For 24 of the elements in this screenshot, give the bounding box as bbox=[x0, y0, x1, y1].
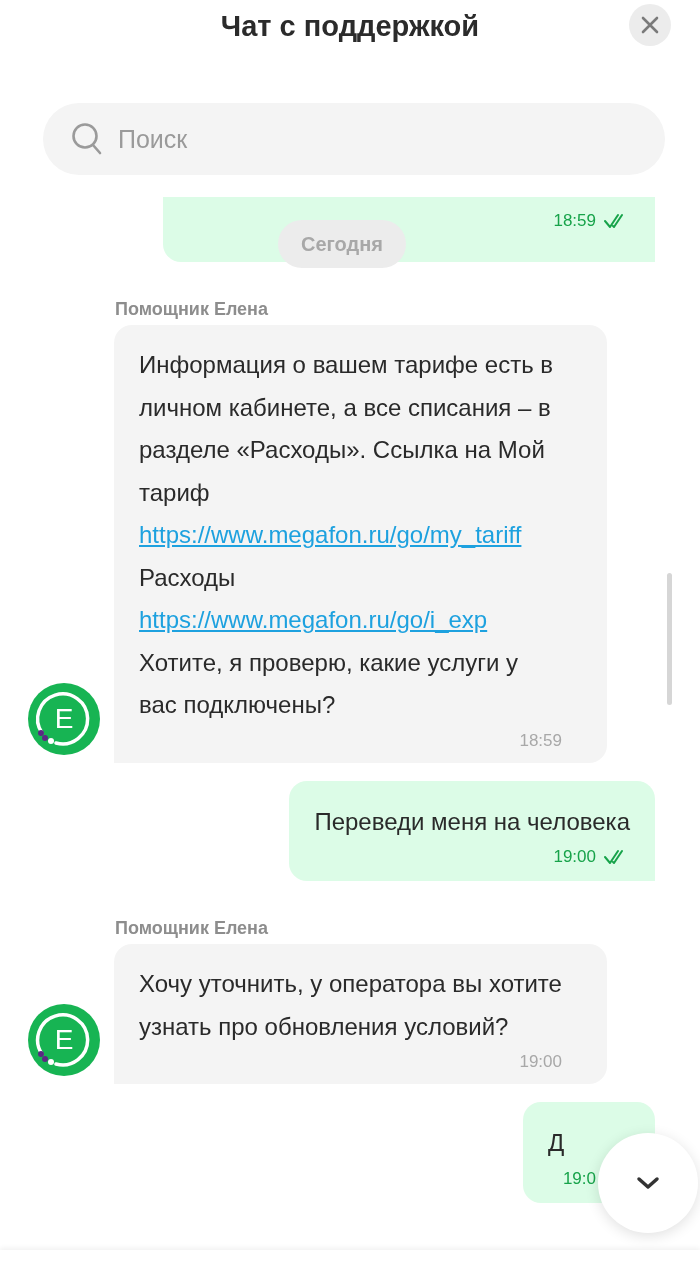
message-text: Информация о вашем тарифе есть в личном кабинете, а все списания – в разделе «Расходы». Ссылка на Мой тариф https://www.megafon.ru/go/my_tariff Расходы https://www.megafon.ru/go/i_exp Хотите, я проверю, какие услуги у вас подключены? bbox=[139, 350, 555, 720]
search-field[interactable]: Поиск bbox=[43, 103, 665, 175]
link[interactable]: https://www.megafon.ru/go/my_tariff bbox=[139, 521, 522, 548]
close-icon bbox=[641, 16, 659, 34]
message-time: 18:59 bbox=[519, 730, 562, 751]
chevron-down-icon bbox=[636, 1176, 660, 1190]
avatar-icon: E bbox=[28, 682, 100, 755]
message-text: Переведи меня на человека bbox=[314, 806, 630, 837]
message-text: Хочу уточнить, у оператора вы хотите узнать про обновления условий? bbox=[139, 969, 562, 1042]
message-time: 18:59 bbox=[553, 211, 596, 231]
link[interactable]: https://www.megafon.ru/go/i_exp bbox=[139, 606, 488, 633]
search-input[interactable]: Поиск bbox=[118, 124, 639, 154]
close-button[interactable] bbox=[629, 4, 671, 46]
window-title: Чат с поддержкой bbox=[220, 9, 480, 43]
avatar-icon: E bbox=[28, 1004, 100, 1076]
message-text: Д bbox=[548, 1128, 566, 1158]
message-time: 19:0 bbox=[562, 1168, 596, 1189]
date-chip: Сегодня bbox=[278, 220, 406, 268]
sender-name: Помощник Елена bbox=[115, 298, 269, 320]
message-time: 19:00 bbox=[553, 847, 596, 867]
sender-name: Помощник Елена bbox=[115, 917, 269, 939]
scrollbar[interactable] bbox=[667, 573, 672, 705]
message-time: 19:00 bbox=[519, 1052, 562, 1072]
search-icon bbox=[71, 122, 103, 156]
